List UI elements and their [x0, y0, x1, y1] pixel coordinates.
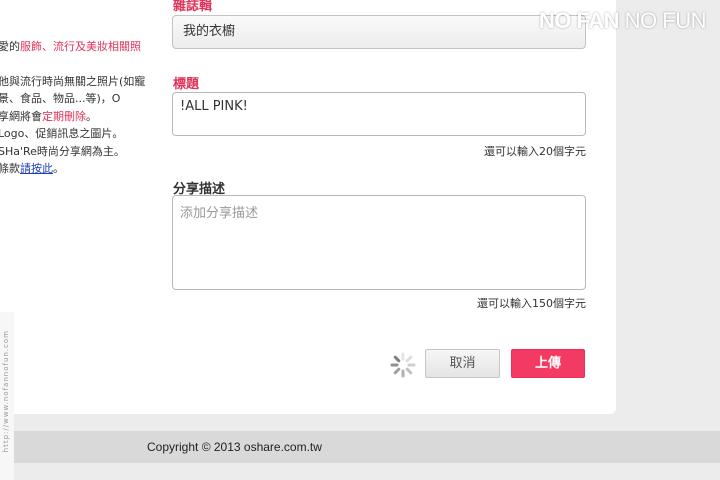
watermark-light: NO FUN [619, 8, 707, 33]
nofannofun-watermark-logo: NO FAN NO FUN [538, 8, 707, 34]
watermark-bold: NO FAN [538, 8, 620, 33]
loading-spinner-icon [390, 352, 416, 378]
footer-bar [0, 431, 720, 463]
rule-text: 。 [53, 162, 64, 175]
rule-line-4: 享網將會定期刪除。 [0, 108, 163, 126]
rule-text: 享網將會 [0, 109, 42, 123]
rule-line-2: 他與流行時尚無關之照片(如寵 [0, 74, 146, 88]
magazine-select[interactable]: 我的衣櫥 [172, 15, 586, 49]
upload-button[interactable]: 上傳 [511, 349, 585, 378]
rule-text: 愛的 [0, 40, 20, 53]
upload-rules: 愛的服飾、流行及美妝相關照 他與流行時尚無關之照片(如寵 景、食品、物品...等… [0, 38, 163, 178]
terms-link[interactable]: 請按此 [20, 162, 53, 175]
title-label: 標題 [173, 77, 200, 92]
rule-highlight: 服飾、流行及美妝相關照 [20, 40, 141, 53]
rule-text: 。 [86, 109, 97, 123]
copyright-text: Copyright © 2013 oshare.com.tw [147, 440, 322, 454]
rule-line-7: 條款請按此。 [0, 160, 163, 178]
rule-line-1: 愛的服飾、流行及美妝相關照 [0, 38, 163, 56]
rule-spacer [0, 56, 163, 73]
edge-watermark-text: http://www.nofannofun.com [2, 330, 10, 453]
rule-line-5: Logo、促銷訊息之圖片。 [0, 127, 124, 140]
magazine-label: 雜誌輯 [173, 0, 213, 14]
title-input[interactable]: !ALL PINK! [172, 92, 586, 136]
cancel-button[interactable]: 取消 [425, 349, 500, 378]
description-textarea[interactable]: 添加分享描述 [172, 195, 586, 290]
rule-line-6: SHa'Re時尚分享網為主。 [0, 144, 125, 158]
description-placeholder: 添加分享描述 [180, 206, 259, 221]
rule-highlight: 定期刪除 [42, 109, 86, 123]
rule-text: 條款 [0, 162, 20, 175]
title-char-hint: 還可以輸入20個字元 [484, 145, 586, 158]
description-char-hint: 還可以輸入150個字元 [477, 297, 586, 310]
rule-line-3: 景、食品、物品...等)，O [0, 92, 121, 105]
